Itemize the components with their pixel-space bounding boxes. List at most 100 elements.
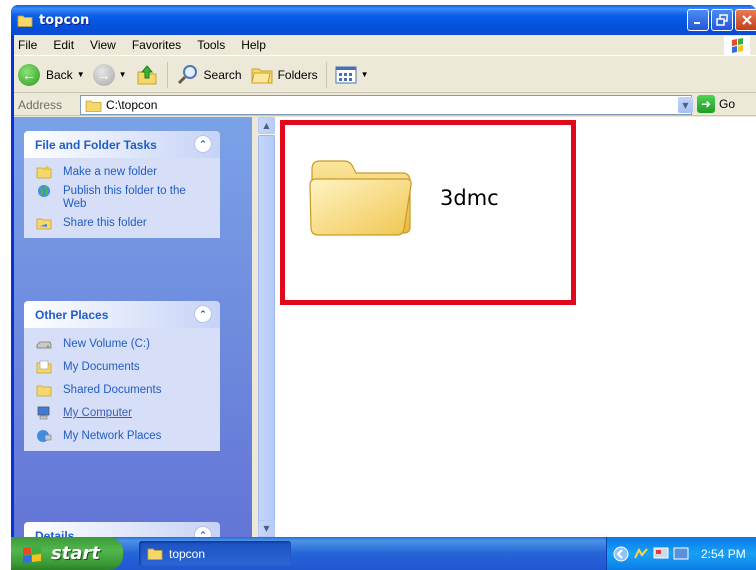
taskbar: start topcon 2:54 PM (11, 537, 756, 570)
scroll-down-icon[interactable]: ▼ (258, 520, 275, 537)
folder-name: 3dmc (440, 186, 499, 210)
back-dropdown-icon[interactable]: ▼ (77, 70, 85, 79)
scroll-up-icon[interactable]: ▲ (258, 117, 275, 134)
network-places-icon (37, 430, 52, 442)
place-network[interactable]: My Network Places (36, 430, 210, 443)
taskbar-item-label: topcon (169, 546, 206, 561)
address-label: Address (18, 97, 63, 112)
place-new-volume[interactable]: New Volume (C:) (36, 338, 210, 351)
panel-body: Make a new folder Publish this folder to… (24, 158, 220, 238)
menu-help[interactable]: Help (233, 38, 274, 52)
views-button[interactable]: ▼ (331, 60, 373, 90)
panel-header[interactable]: Other Places ⌃ (24, 301, 220, 328)
views-dropdown-icon[interactable]: ▼ (361, 70, 369, 79)
menu-tools[interactable]: Tools (189, 38, 233, 52)
clock[interactable]: 2:54 PM (701, 547, 746, 561)
menu-file[interactable]: File (14, 38, 45, 52)
toolbar-separator (166, 61, 168, 88)
folders-icon (250, 68, 273, 83)
back-arrow-icon: ← (18, 63, 40, 86)
title-bar[interactable]: topcon (11, 5, 756, 35)
minimize-button[interactable] (687, 9, 709, 31)
back-label: Back (46, 67, 73, 82)
toolbar-separator (325, 61, 327, 88)
up-folder-button[interactable] (131, 60, 163, 90)
taskbar-item-topcon[interactable]: topcon (139, 541, 291, 566)
task-publish-web[interactable]: Publish this folder to the Web (36, 185, 210, 211)
window-title: topcon (39, 12, 90, 28)
place-label: My Computer (63, 407, 133, 419)
details-panel: Details ⌃ topcon (24, 522, 220, 537)
folder-item[interactable]: 3dmc (306, 143, 556, 273)
file-folder-tasks-panel: File and Folder Tasks ⌃ Make a new folde… (24, 131, 220, 238)
folders-label: Folders (277, 67, 318, 82)
drive-icon (36, 341, 52, 349)
close-button[interactable] (735, 9, 756, 31)
my-documents-icon (36, 360, 52, 374)
place-shared-documents[interactable]: Shared Documents (36, 384, 210, 397)
search-icon (177, 64, 197, 84)
forward-button[interactable]: → ▼ (89, 60, 131, 90)
panel-title: Details (35, 528, 75, 538)
task-make-new-folder[interactable]: Make a new folder (36, 165, 210, 179)
tray-monitor-icon[interactable] (673, 546, 689, 562)
address-field[interactable]: C:\topcon (80, 95, 692, 115)
system-tray: 2:54 PM (606, 537, 756, 570)
explorer-window: topcon File Edit View Favorites Tools He… (11, 5, 756, 537)
menu-bar: File Edit View Favorites Tools Help (14, 35, 756, 56)
up-folder-icon (137, 64, 157, 84)
menu-favorites[interactable]: Favorites (124, 38, 189, 52)
folders-button[interactable]: Folders (246, 60, 322, 90)
new-folder-icon (36, 165, 52, 179)
panel-title: File and Folder Tasks (35, 137, 157, 152)
go-arrow-icon: ➜ (697, 95, 715, 113)
windows-logo-icon (724, 36, 750, 56)
folder-icon (309, 160, 412, 236)
address-path: C:\topcon (106, 98, 158, 112)
start-button[interactable]: start (11, 537, 123, 570)
search-label: Search (203, 67, 242, 82)
task-pane: File and Folder Tasks ⌃ Make a new folde… (14, 117, 252, 537)
menu-edit[interactable]: Edit (45, 38, 82, 52)
panel-header[interactable]: Details ⌃ (24, 522, 220, 537)
place-my-computer[interactable]: My Computer (36, 406, 210, 420)
forward-arrow-icon: → (92, 63, 115, 86)
address-bar: Address C:\topcon ▼ ➜ Go (14, 94, 756, 116)
place-my-documents[interactable]: My Documents (36, 360, 210, 374)
file-list-area[interactable]: 3dmc (275, 117, 756, 537)
share-folder-icon (36, 218, 52, 230)
toolbar: ← Back ▼ → ▼ Search Folders ▼ (14, 57, 756, 93)
my-computer-icon (37, 406, 50, 420)
collapse-icon[interactable]: ⌃ (194, 135, 212, 153)
place-label: New Volume (C:) (63, 338, 150, 350)
window-body: File Edit View Favorites Tools Help ← Ba… (14, 35, 756, 537)
forward-dropdown-icon[interactable]: ▼ (119, 70, 127, 79)
collapse-icon[interactable]: ⌃ (194, 305, 212, 323)
back-button[interactable]: ← Back ▼ (14, 60, 89, 90)
search-button[interactable]: Search (172, 60, 246, 90)
collapse-icon[interactable]: ⌃ (194, 526, 212, 537)
scroll-thumb[interactable] (258, 135, 275, 537)
windows-logo-icon (23, 545, 41, 563)
address-dropdown-button[interactable]: ▼ (678, 97, 693, 113)
close-icon (742, 15, 752, 25)
go-label: Go (719, 97, 736, 111)
tray-network-icon[interactable] (633, 546, 649, 562)
tray-expand-icon[interactable] (613, 546, 629, 562)
task-pane-scrollbar[interactable]: ▲ ▼ (258, 117, 275, 537)
task-label: Publish this folder to the Web (63, 185, 186, 210)
task-label: Share this folder (63, 217, 147, 229)
panel-header[interactable]: File and Folder Tasks ⌃ (24, 131, 220, 158)
place-label: Shared Documents (63, 384, 162, 396)
go-button[interactable]: ➜ Go (697, 95, 735, 113)
tray-display-icon[interactable] (653, 546, 669, 562)
other-places-panel: Other Places ⌃ New Volume (C:) My Docume… (24, 301, 220, 451)
maximize-button[interactable] (711, 9, 733, 31)
task-share-folder[interactable]: Share this folder (36, 217, 210, 230)
task-label: Make a new folder (63, 166, 157, 178)
shared-documents-icon (36, 385, 52, 397)
menu-view[interactable]: View (82, 38, 124, 52)
folder-icon (147, 548, 163, 560)
restore-icon (716, 14, 728, 26)
minimize-icon (694, 22, 700, 24)
